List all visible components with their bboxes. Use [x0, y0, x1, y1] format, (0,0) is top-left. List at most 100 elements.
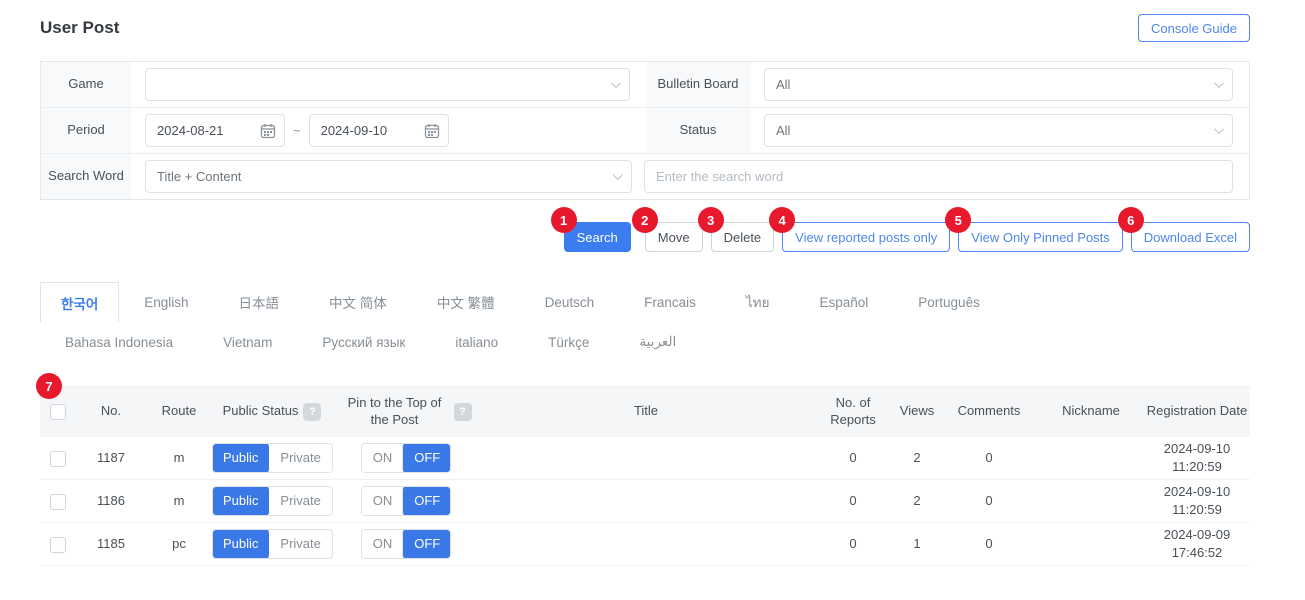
console-guide-button[interactable]: Console Guide: [1138, 14, 1250, 42]
pin-on-off-toggle: ONOFF: [361, 529, 452, 559]
download-excel-button[interactable]: Download Excel: [1131, 222, 1250, 252]
tab-arabic[interactable]: العربية: [614, 322, 701, 362]
filter-row-search-word: Search Word Title + Content: [41, 153, 1249, 199]
period-label: Period: [41, 108, 131, 153]
pin-on-button[interactable]: ON: [362, 530, 404, 558]
cell-comments: 0: [940, 449, 1038, 467]
action-move: 2 Move: [645, 222, 703, 252]
cell-reports: 0: [812, 492, 894, 510]
bulletin-board-field: All: [750, 62, 1249, 107]
search-type-value: Title + Content: [157, 169, 241, 184]
pin-off-button[interactable]: OFF: [402, 443, 451, 473]
row-checkbox[interactable]: [50, 451, 66, 467]
header-reports: No. of Reports: [812, 387, 894, 437]
cell-route: m: [146, 449, 212, 467]
calendar-icon: [424, 123, 440, 139]
tab-chinese-traditional[interactable]: 中文 繁體: [412, 282, 520, 322]
status-label: Status: [646, 108, 750, 153]
pin-on-button[interactable]: ON: [362, 444, 404, 472]
step-badge-3: 3: [698, 207, 724, 233]
search-word-input[interactable]: [644, 160, 1233, 193]
tab-russian[interactable]: Русский язык: [297, 322, 430, 362]
tab-portuguese[interactable]: Português: [893, 282, 1005, 322]
tab-french[interactable]: Francais: [619, 282, 721, 322]
view-reported-posts-button[interactable]: View reported posts only: [782, 222, 950, 252]
bulletin-board-select-value: All: [776, 77, 790, 92]
step-badge-6: 6: [1118, 207, 1144, 233]
cell-comments: 0: [940, 492, 1038, 510]
tab-italian[interactable]: italiano: [430, 322, 523, 362]
period-separator: ~: [293, 123, 301, 138]
calendar-icon: [260, 123, 276, 139]
cell-registration-date: 2024-09-10 11:20:59: [1144, 440, 1250, 475]
cell-reports: 0: [812, 449, 894, 467]
pin-off-button[interactable]: OFF: [402, 529, 451, 559]
cell-public-status: PublicPrivate: [212, 443, 332, 473]
table-row: 1186 m PublicPrivate ONOFF 0 2 0 2024-09…: [40, 480, 1250, 523]
private-button[interactable]: Private: [268, 530, 331, 558]
header-title: Title: [480, 395, 812, 428]
language-tab-bar: 한국어 English 日本語 中文 简体 中文 繁體 Deutsch Fran…: [40, 282, 1140, 362]
row-checkbox-cell: [40, 535, 76, 553]
search-word-field: Title + Content: [131, 154, 1249, 199]
search-type-select[interactable]: Title + Content: [145, 160, 632, 193]
period-from-value: 2024-08-21: [157, 123, 224, 138]
status-select[interactable]: All: [764, 114, 1233, 147]
tab-german[interactable]: Deutsch: [520, 282, 620, 322]
pin-on-button[interactable]: ON: [362, 487, 404, 515]
tab-chinese-simplified[interactable]: 中文 简体: [304, 282, 412, 322]
view-pinned-posts-button[interactable]: View Only Pinned Posts: [958, 222, 1123, 252]
cell-registration-date: 2024-09-09 17:46:52: [1144, 526, 1250, 561]
cell-pin: ONOFF: [332, 443, 480, 473]
bulletin-board-select[interactable]: All: [764, 68, 1233, 101]
row-checkbox-cell: [40, 492, 76, 510]
post-table: 7 No. Route Public Status ? Pin to the T…: [40, 386, 1250, 566]
header-views: Views: [894, 395, 940, 428]
pin-on-off-toggle: ONOFF: [361, 486, 452, 516]
tab-korean[interactable]: 한국어: [40, 282, 119, 322]
header-nickname: Nickname: [1038, 395, 1144, 428]
chevron-down-icon: [611, 78, 621, 88]
search-word-label: Search Word: [41, 154, 131, 199]
registration-date: 2024-09-09: [1144, 526, 1250, 544]
header-no: No.: [76, 395, 146, 428]
period-to-value: 2024-09-10: [321, 123, 388, 138]
tab-indonesian[interactable]: Bahasa Indonesia: [40, 322, 198, 362]
filter-panel: Game Bulletin Board All Period: [40, 61, 1250, 200]
period-to-date-input[interactable]: 2024-09-10: [309, 114, 449, 147]
private-button[interactable]: Private: [268, 444, 331, 472]
status-field: All: [750, 108, 1249, 153]
action-download-excel: 6 Download Excel: [1131, 222, 1250, 252]
row-checkbox[interactable]: [50, 537, 66, 553]
chevron-down-icon: [1214, 78, 1224, 88]
period-from-date-input[interactable]: 2024-08-21: [145, 114, 285, 147]
cell-route: pc: [146, 535, 212, 553]
action-search: 1 Search: [564, 222, 631, 252]
pin-off-button[interactable]: OFF: [402, 486, 451, 516]
cell-public-status: PublicPrivate: [212, 486, 332, 516]
cell-pin: ONOFF: [332, 486, 480, 516]
tab-japanese[interactable]: 日本語: [214, 282, 305, 322]
game-select[interactable]: [145, 68, 630, 101]
tab-spanish[interactable]: Español: [794, 282, 893, 322]
cell-views: 2: [894, 449, 940, 467]
public-button[interactable]: Public: [212, 486, 269, 516]
public-button[interactable]: Public: [212, 529, 269, 559]
tab-english[interactable]: English: [119, 282, 213, 322]
select-all-checkbox[interactable]: [50, 404, 66, 420]
public-private-toggle: PublicPrivate: [212, 529, 333, 559]
help-icon[interactable]: ?: [303, 403, 321, 421]
tab-vietnamese[interactable]: Vietnam: [198, 322, 297, 362]
registration-time: 17:46:52: [1144, 544, 1250, 562]
step-badge-1: 1: [551, 207, 577, 233]
registration-date: 2024-09-10: [1144, 440, 1250, 458]
public-button[interactable]: Public: [212, 443, 269, 473]
pin-on-off-toggle: ONOFF: [361, 443, 452, 473]
help-icon[interactable]: ?: [454, 403, 472, 421]
header-pin-label: Pin to the Top of the Post: [341, 395, 449, 429]
tab-turkish[interactable]: Türkçe: [523, 322, 614, 362]
tab-thai[interactable]: ไทย: [721, 282, 795, 322]
row-checkbox[interactable]: [50, 494, 66, 510]
private-button[interactable]: Private: [268, 487, 331, 515]
cell-no: 1187: [76, 449, 146, 467]
